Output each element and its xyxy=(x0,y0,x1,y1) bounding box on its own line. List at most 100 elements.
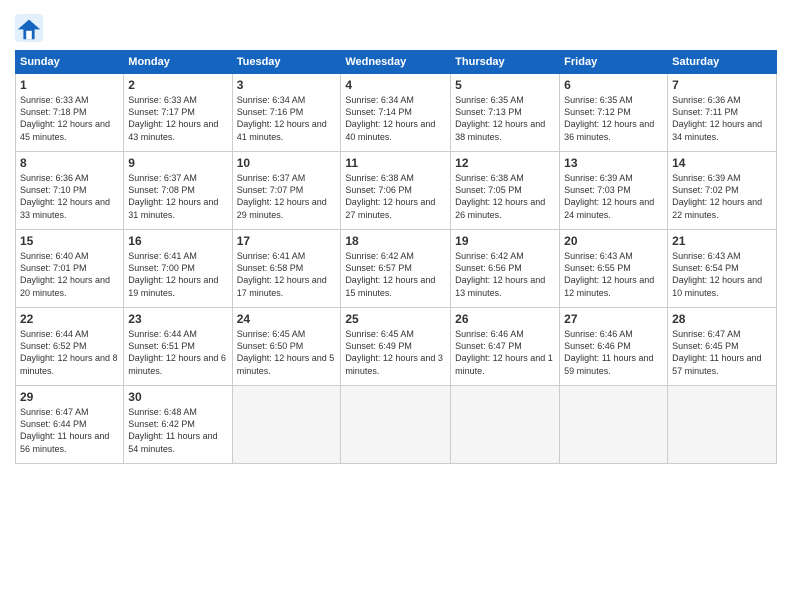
day-number: 28 xyxy=(672,311,772,327)
day-info: Sunrise: 6:47 AMSunset: 6:45 PMDaylight:… xyxy=(672,329,761,375)
table-row xyxy=(232,386,341,464)
table-row: 26 Sunrise: 6:46 AMSunset: 6:47 PMDayligh… xyxy=(451,308,560,386)
day-number: 15 xyxy=(20,233,119,249)
col-sunday: Sunday xyxy=(16,51,124,74)
table-row: 20 Sunrise: 6:43 AMSunset: 6:55 PMDayligh… xyxy=(560,230,668,308)
table-row xyxy=(668,386,777,464)
day-info: Sunrise: 6:40 AMSunset: 7:01 PMDaylight:… xyxy=(20,251,110,297)
day-number: 11 xyxy=(345,155,446,171)
table-row: 28 Sunrise: 6:47 AMSunset: 6:45 PMDayligh… xyxy=(668,308,777,386)
day-number: 4 xyxy=(345,77,446,93)
col-monday: Monday xyxy=(124,51,232,74)
page: Sunday Monday Tuesday Wednesday Thursday… xyxy=(0,0,792,612)
table-row: 5 Sunrise: 6:35 AMSunset: 7:13 PMDaylight… xyxy=(451,74,560,152)
day-number: 26 xyxy=(455,311,555,327)
day-info: Sunrise: 6:35 AMSunset: 7:12 PMDaylight:… xyxy=(564,95,654,141)
day-info: Sunrise: 6:41 AMSunset: 7:00 PMDaylight:… xyxy=(128,251,218,297)
table-row: 22 Sunrise: 6:44 AMSunset: 6:52 PMDayligh… xyxy=(16,308,124,386)
table-row: 29 Sunrise: 6:47 AMSunset: 6:44 PMDayligh… xyxy=(16,386,124,464)
table-row: 24Sunrise: 6:45 AMSunset: 6:50 PMDayligh… xyxy=(232,308,341,386)
day-info: Sunrise: 6:34 AMSunset: 7:16 PMDaylight:… xyxy=(237,95,327,141)
day-info: Sunrise: 6:33 AMSunset: 7:18 PMDaylight:… xyxy=(20,95,110,141)
day-number: 5 xyxy=(455,77,555,93)
day-number: 13 xyxy=(564,155,663,171)
day-number: 1 xyxy=(20,77,119,93)
day-info: Sunrise: 6:47 AMSunset: 6:44 PMDaylight:… xyxy=(20,407,109,453)
day-info: Sunrise: 6:42 AMSunset: 6:56 PMDaylight:… xyxy=(455,251,545,297)
day-number: 10 xyxy=(237,155,337,171)
day-info: Sunrise: 6:46 AMSunset: 6:47 PMDaylight:… xyxy=(455,329,553,375)
week-row-5: 29 Sunrise: 6:47 AMSunset: 6:44 PMDayligh… xyxy=(16,386,777,464)
table-row: 6 Sunrise: 6:35 AMSunset: 7:12 PMDaylight… xyxy=(560,74,668,152)
table-row: 30 Sunrise: 6:48 AMSunset: 6:42 PMDayligh… xyxy=(124,386,232,464)
table-row: 27 Sunrise: 6:46 AMSunset: 6:46 PMDayligh… xyxy=(560,308,668,386)
header-row: Sunday Monday Tuesday Wednesday Thursday… xyxy=(16,51,777,74)
day-number: 21 xyxy=(672,233,772,249)
table-row xyxy=(341,386,451,464)
logo-icon xyxy=(15,14,43,42)
table-row: 25 Sunrise: 6:45 AMSunset: 6:49 PMDayligh… xyxy=(341,308,451,386)
week-row-3: 15 Sunrise: 6:40 AMSunset: 7:01 PMDayligh… xyxy=(16,230,777,308)
day-number: 8 xyxy=(20,155,119,171)
table-row: 8 Sunrise: 6:36 AMSunset: 7:10 PMDaylight… xyxy=(16,152,124,230)
table-row: 4Sunrise: 6:34 AMSunset: 7:14 PMDaylight… xyxy=(341,74,451,152)
day-info: Sunrise: 6:36 AMSunset: 7:11 PMDaylight:… xyxy=(672,95,762,141)
day-info: Sunrise: 6:36 AMSunset: 7:10 PMDaylight:… xyxy=(20,173,110,219)
day-info: Sunrise: 6:44 AMSunset: 6:52 PMDaylight:… xyxy=(20,329,118,375)
table-row: 21 Sunrise: 6:43 AMSunset: 6:54 PMDayligh… xyxy=(668,230,777,308)
day-number: 27 xyxy=(564,311,663,327)
day-info: Sunrise: 6:46 AMSunset: 6:46 PMDaylight:… xyxy=(564,329,653,375)
day-info: Sunrise: 6:44 AMSunset: 6:51 PMDaylight:… xyxy=(128,329,226,375)
day-number: 9 xyxy=(128,155,227,171)
table-row: 2Sunrise: 6:33 AMSunset: 7:17 PMDaylight… xyxy=(124,74,232,152)
logo xyxy=(15,14,47,42)
day-number: 30 xyxy=(128,389,227,405)
table-row: 3Sunrise: 6:34 AMSunset: 7:16 PMDaylight… xyxy=(232,74,341,152)
col-tuesday: Tuesday xyxy=(232,51,341,74)
table-row: 9 Sunrise: 6:37 AMSunset: 7:08 PMDaylight… xyxy=(124,152,232,230)
day-number: 16 xyxy=(128,233,227,249)
table-row xyxy=(451,386,560,464)
day-number: 7 xyxy=(672,77,772,93)
day-info: Sunrise: 6:37 AMSunset: 7:08 PMDaylight:… xyxy=(128,173,218,219)
table-row: 7 Sunrise: 6:36 AMSunset: 7:11 PMDaylight… xyxy=(668,74,777,152)
day-info: Sunrise: 6:45 AMSunset: 6:49 PMDaylight:… xyxy=(345,329,443,375)
table-row: 14 Sunrise: 6:39 AMSunset: 7:02 PMDayligh… xyxy=(668,152,777,230)
table-row: 18 Sunrise: 6:42 AMSunset: 6:57 PMDayligh… xyxy=(341,230,451,308)
calendar-table: Sunday Monday Tuesday Wednesday Thursday… xyxy=(15,50,777,464)
day-info: Sunrise: 6:43 AMSunset: 6:55 PMDaylight:… xyxy=(564,251,654,297)
day-number: 18 xyxy=(345,233,446,249)
day-info: Sunrise: 6:38 AMSunset: 7:06 PMDaylight:… xyxy=(345,173,435,219)
day-number: 22 xyxy=(20,311,119,327)
day-info: Sunrise: 6:48 AMSunset: 6:42 PMDaylight:… xyxy=(128,407,217,453)
day-number: 12 xyxy=(455,155,555,171)
col-thursday: Thursday xyxy=(451,51,560,74)
table-row: 19 Sunrise: 6:42 AMSunset: 6:56 PMDayligh… xyxy=(451,230,560,308)
day-number: 6 xyxy=(564,77,663,93)
day-info: Sunrise: 6:42 AMSunset: 6:57 PMDaylight:… xyxy=(345,251,435,297)
day-number: 24 xyxy=(237,311,337,327)
day-number: 17 xyxy=(237,233,337,249)
day-info: Sunrise: 6:39 AMSunset: 7:02 PMDaylight:… xyxy=(672,173,762,219)
col-wednesday: Wednesday xyxy=(341,51,451,74)
table-row: 11 Sunrise: 6:38 AMSunset: 7:06 PMDayligh… xyxy=(341,152,451,230)
week-row-2: 8 Sunrise: 6:36 AMSunset: 7:10 PMDaylight… xyxy=(16,152,777,230)
day-number: 29 xyxy=(20,389,119,405)
table-row: 13 Sunrise: 6:39 AMSunset: 7:03 PMDayligh… xyxy=(560,152,668,230)
day-info: Sunrise: 6:41 AMSunset: 6:58 PMDaylight:… xyxy=(237,251,327,297)
day-number: 23 xyxy=(128,311,227,327)
table-row: 10Sunrise: 6:37 AMSunset: 7:07 PMDayligh… xyxy=(232,152,341,230)
day-info: Sunrise: 6:39 AMSunset: 7:03 PMDaylight:… xyxy=(564,173,654,219)
col-friday: Friday xyxy=(560,51,668,74)
day-number: 14 xyxy=(672,155,772,171)
table-row: 15 Sunrise: 6:40 AMSunset: 7:01 PMDayligh… xyxy=(16,230,124,308)
day-number: 20 xyxy=(564,233,663,249)
table-row: 12 Sunrise: 6:38 AMSunset: 7:05 PMDayligh… xyxy=(451,152,560,230)
day-number: 2 xyxy=(128,77,227,93)
day-info: Sunrise: 6:35 AMSunset: 7:13 PMDaylight:… xyxy=(455,95,545,141)
header xyxy=(15,10,777,42)
day-number: 19 xyxy=(455,233,555,249)
day-number: 25 xyxy=(345,311,446,327)
day-info: Sunrise: 6:43 AMSunset: 6:54 PMDaylight:… xyxy=(672,251,762,297)
day-info: Sunrise: 6:38 AMSunset: 7:05 PMDaylight:… xyxy=(455,173,545,219)
